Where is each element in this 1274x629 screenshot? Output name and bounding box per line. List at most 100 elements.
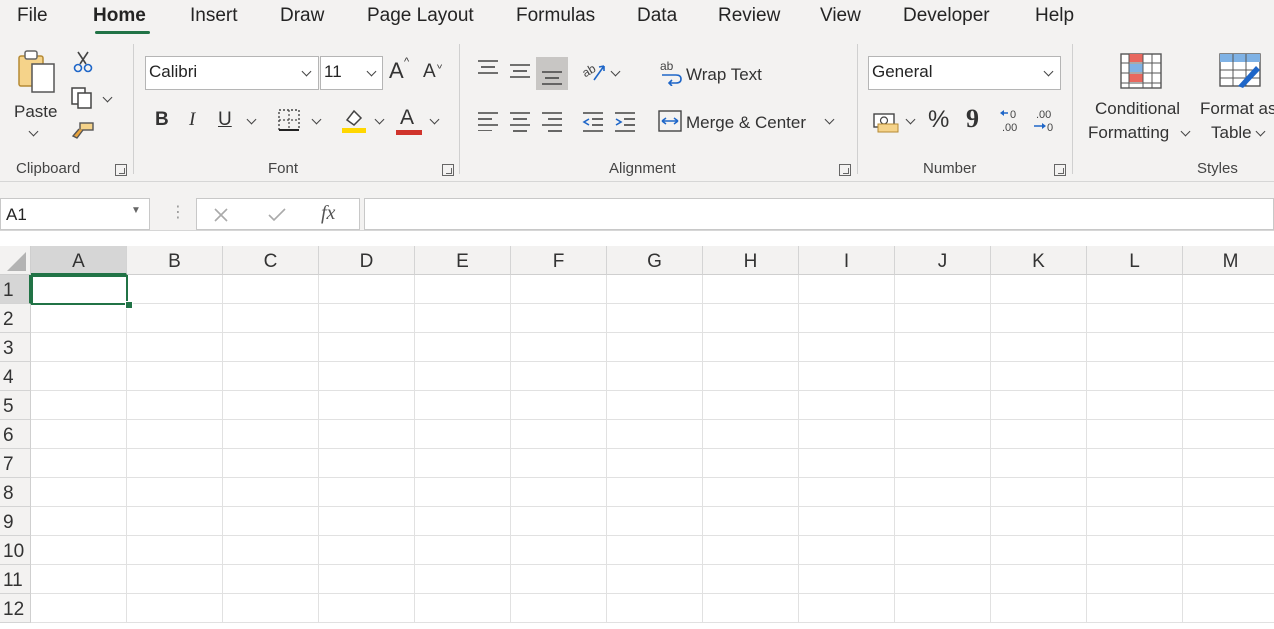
wrap-text-icon[interactable]: ab <box>658 58 684 86</box>
column-header-m[interactable]: M <box>1183 246 1274 275</box>
format-painter-icon[interactable] <box>70 120 96 144</box>
fill-color-icon[interactable] <box>341 106 367 134</box>
cell-f3[interactable] <box>511 333 607 362</box>
grow-font-button[interactable]: A <box>389 58 404 84</box>
row-header-3[interactable]: 3 <box>0 333 31 362</box>
cell-a5[interactable] <box>31 391 127 420</box>
cell-j11[interactable] <box>895 565 991 594</box>
cell-m6[interactable] <box>1183 420 1274 449</box>
orientation-icon[interactable]: ab <box>580 58 608 84</box>
font-color-button[interactable]: A <box>400 106 414 130</box>
cell-f12[interactable] <box>511 594 607 623</box>
column-header-e[interactable]: E <box>415 246 511 275</box>
cell-b11[interactable] <box>127 565 223 594</box>
orientation-dropdown-icon[interactable] <box>610 66 621 77</box>
row-header-10[interactable]: 10 <box>0 536 31 565</box>
cell-h10[interactable] <box>703 536 799 565</box>
cell-d6[interactable] <box>319 420 415 449</box>
cell-c3[interactable] <box>223 333 319 362</box>
cell-l5[interactable] <box>1087 391 1183 420</box>
cell-c4[interactable] <box>223 362 319 391</box>
cell-m7[interactable] <box>1183 449 1274 478</box>
fill-color-dropdown-icon[interactable] <box>374 114 385 125</box>
fill-handle[interactable] <box>125 301 133 309</box>
cell-l1[interactable] <box>1087 275 1183 304</box>
cell-d4[interactable] <box>319 362 415 391</box>
cell-d10[interactable] <box>319 536 415 565</box>
paste-dropdown-icon[interactable] <box>28 126 39 137</box>
align-middle-icon[interactable] <box>508 62 532 82</box>
cell-a4[interactable] <box>31 362 127 391</box>
conditional-formatting-label[interactable]: Formatting <box>1088 123 1169 143</box>
cell-d8[interactable] <box>319 478 415 507</box>
cell-g11[interactable] <box>607 565 703 594</box>
paste-label[interactable]: Paste <box>14 102 57 122</box>
cell-c7[interactable] <box>223 449 319 478</box>
cell-a11[interactable] <box>31 565 127 594</box>
percent-style-button[interactable]: % <box>928 106 949 134</box>
conditional-formatting-button[interactable]: Conditional <box>1095 99 1180 119</box>
borders-dropdown-icon[interactable] <box>311 114 322 125</box>
cell-h4[interactable] <box>703 362 799 391</box>
cell-e3[interactable] <box>415 333 511 362</box>
cell-b9[interactable] <box>127 507 223 536</box>
font-launcher-icon[interactable] <box>442 164 454 176</box>
align-top-icon[interactable] <box>476 58 500 78</box>
cell-e4[interactable] <box>415 362 511 391</box>
font-name-select[interactable]: Calibri <box>145 56 319 90</box>
cell-m4[interactable] <box>1183 362 1274 391</box>
cell-m2[interactable] <box>1183 304 1274 333</box>
cell-l11[interactable] <box>1087 565 1183 594</box>
cancel-icon[interactable] <box>213 207 229 223</box>
cell-i12[interactable] <box>799 594 895 623</box>
column-header-l[interactable]: L <box>1087 246 1183 275</box>
column-header-f[interactable]: F <box>511 246 607 275</box>
cell-i11[interactable] <box>799 565 895 594</box>
cell-i4[interactable] <box>799 362 895 391</box>
cell-k9[interactable] <box>991 507 1087 536</box>
row-header-1[interactable]: 1 <box>0 275 31 304</box>
decrease-indent-icon[interactable] <box>581 111 605 133</box>
cell-b10[interactable] <box>127 536 223 565</box>
number-format-select[interactable]: General <box>868 56 1061 90</box>
cell-b1[interactable] <box>127 275 223 304</box>
cell-g8[interactable] <box>607 478 703 507</box>
cell-k11[interactable] <box>991 565 1087 594</box>
cell-f6[interactable] <box>511 420 607 449</box>
cell-h12[interactable] <box>703 594 799 623</box>
tab-home[interactable]: Home <box>93 5 146 27</box>
font-color-dropdown-icon[interactable] <box>429 114 440 125</box>
cell-l7[interactable] <box>1087 449 1183 478</box>
active-cell-a1[interactable] <box>31 275 128 305</box>
cell-m9[interactable] <box>1183 507 1274 536</box>
cell-d5[interactable] <box>319 391 415 420</box>
cell-m8[interactable] <box>1183 478 1274 507</box>
cell-f2[interactable] <box>511 304 607 333</box>
cell-g4[interactable] <box>607 362 703 391</box>
cell-e8[interactable] <box>415 478 511 507</box>
cell-a12[interactable] <box>31 594 127 623</box>
row-header-8[interactable]: 8 <box>0 478 31 507</box>
accounting-dropdown-icon[interactable] <box>905 114 916 125</box>
cell-g6[interactable] <box>607 420 703 449</box>
cell-c1[interactable] <box>223 275 319 304</box>
cell-f10[interactable] <box>511 536 607 565</box>
cell-l3[interactable] <box>1087 333 1183 362</box>
cell-d12[interactable] <box>319 594 415 623</box>
italic-button[interactable]: I <box>189 109 195 131</box>
row-header-7[interactable]: 7 <box>0 449 31 478</box>
cell-g3[interactable] <box>607 333 703 362</box>
cell-i3[interactable] <box>799 333 895 362</box>
align-right-icon[interactable] <box>540 111 564 133</box>
cell-e12[interactable] <box>415 594 511 623</box>
accounting-format-icon[interactable] <box>872 111 900 133</box>
cell-h2[interactable] <box>703 304 799 333</box>
cell-h8[interactable] <box>703 478 799 507</box>
cell-c9[interactable] <box>223 507 319 536</box>
row-header-2[interactable]: 2 <box>0 304 31 333</box>
cell-f1[interactable] <box>511 275 607 304</box>
cell-k12[interactable] <box>991 594 1087 623</box>
cell-b6[interactable] <box>127 420 223 449</box>
cell-k4[interactable] <box>991 362 1087 391</box>
column-header-a[interactable]: A <box>31 246 127 275</box>
